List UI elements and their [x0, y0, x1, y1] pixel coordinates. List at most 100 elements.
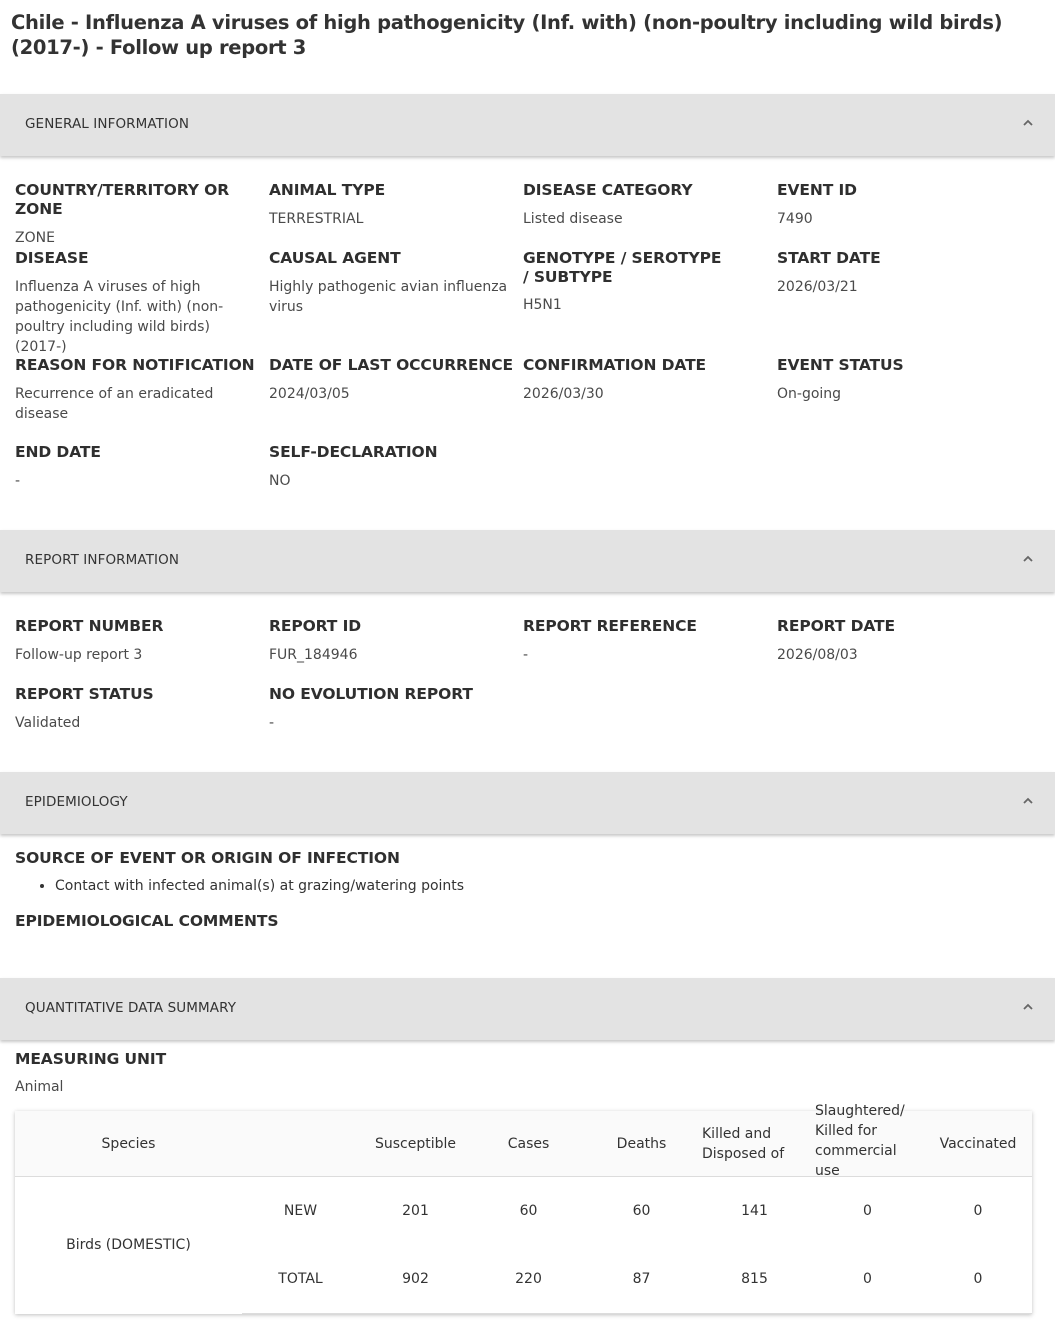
table-header-row: Species Susceptible Cases Deaths Killed … — [15, 1103, 1032, 1177]
field-label: START DATE — [777, 249, 881, 267]
field-start-date: START DATE 2026/03/21 — [777, 249, 1027, 297]
field-label: EPIDEMIOLOGICAL COMMENTS — [15, 912, 279, 930]
field-label: DATE OF LAST OCCURRENCE — [269, 356, 513, 374]
field-value: Recurrence of an eradicated disease — [15, 386, 214, 422]
field-label: MEASURING UNIT — [15, 1050, 167, 1068]
field-label: SELF-DECLARATION — [269, 443, 438, 461]
field-disease-category: DISEASE CATEGORY Listed disease — [523, 181, 773, 229]
field-label: DISEASE — [15, 249, 89, 267]
cell-deaths: 87 — [585, 1245, 698, 1314]
col-header-slaughtered-text: Slaughtered/ Killed for commercial use — [815, 1102, 905, 1175]
field-label: REPORT DATE — [777, 617, 895, 635]
field-value: Highly pathogenic avian influenza virus — [269, 279, 508, 315]
page-title: Chile - Influenza A viruses of high path… — [11, 11, 1003, 59]
cell-susceptible: 201 — [402, 1203, 429, 1219]
field-reason-notification: REASON FOR NOTIFICATION Recurrence of an… — [15, 356, 265, 424]
quantitative-data-table: Species Susceptible Cases Deaths Killed … — [15, 1103, 1032, 1314]
field-label: EVENT STATUS — [777, 356, 904, 374]
field-report-number: REPORT NUMBER Follow-up report 3 — [15, 617, 265, 665]
field-value: Animal — [15, 1079, 64, 1095]
field-animal-type: ANIMAL TYPE TERRESTRIAL — [269, 181, 519, 229]
col-header-cases: Cases — [472, 1111, 585, 1177]
field-confirmation-date: CONFIRMATION DATE 2026/03/30 — [523, 356, 773, 404]
field-label: NO EVOLUTION REPORT — [269, 685, 473, 703]
field-event-id: EVENT ID 7490 — [777, 181, 1027, 229]
field-value: - — [15, 473, 21, 489]
col-header-vaccinated: Vaccinated — [924, 1111, 1032, 1177]
field-value: 2026/03/30 — [523, 386, 604, 402]
field-self-declaration: SELF-DECLARATION NO — [269, 443, 519, 491]
field-label: DISEASE CATEGORY — [523, 181, 693, 199]
cell-vaccinated: 0 — [973, 1203, 983, 1219]
field-measuring-unit: MEASURING UNIT Animal — [15, 1050, 265, 1097]
cell-cases: 220 — [472, 1245, 585, 1314]
field-epidemiological-comments: EPIDEMIOLOGICAL COMMENTS — [15, 912, 715, 931]
source-list: Contact with infected animal(s) at grazi… — [15, 876, 715, 896]
col-header-susceptible: Susceptible — [359, 1111, 472, 1177]
field-disease: DISEASE Influenza A viruses of high path… — [15, 249, 265, 357]
cell-susceptible: 902 — [359, 1245, 472, 1314]
field-value: 2024/03/05 — [269, 386, 350, 402]
section-title: QUANTITATIVE DATA SUMMARY — [25, 1000, 237, 1016]
section-header-report-information[interactable]: REPORT INFORMATION — [0, 530, 1055, 592]
section-title: GENERAL INFORMATION — [25, 116, 190, 132]
field-value: Influenza A viruses of high pathogenicit… — [15, 279, 224, 355]
field-label: CAUSAL AGENT — [269, 249, 401, 267]
field-genotype: GENOTYPE / SEROTYPE / SUBTYPE H5N1 — [523, 249, 723, 315]
field-value: 2026/08/03 — [777, 647, 858, 663]
section-header-quantitative-data[interactable]: QUANTITATIVE DATA SUMMARY — [0, 978, 1055, 1040]
section-header-epidemiology[interactable]: EPIDEMIOLOGY — [0, 772, 1055, 834]
field-label: COUNTRY/TERRITORY OR ZONE — [15, 181, 230, 218]
field-value: TERRESTRIAL — [269, 211, 364, 227]
col-header-slaughtered: Slaughtered/ Killed for commercial use — [811, 1103, 924, 1177]
field-label: ANIMAL TYPE — [269, 181, 386, 199]
cell-slaughtered: 0 — [811, 1245, 924, 1314]
field-event-status: EVENT STATUS On-going — [777, 356, 1027, 404]
cell-killed-disposed: 815 — [698, 1245, 811, 1314]
field-label: END DATE — [15, 443, 101, 461]
field-report-date: REPORT DATE 2026/08/03 — [777, 617, 1027, 665]
field-report-status: REPORT STATUS Validated — [15, 685, 265, 733]
col-header-deaths: Deaths — [585, 1111, 698, 1177]
field-report-id: REPORT ID FUR_184946 — [269, 617, 519, 665]
row-type: NEW — [283, 1203, 318, 1219]
field-label: REPORT NUMBER — [15, 617, 164, 635]
section-header-general-information[interactable]: GENERAL INFORMATION — [0, 94, 1055, 156]
field-label: REASON FOR NOTIFICATION — [15, 356, 255, 374]
field-end-date: END DATE - — [15, 443, 265, 491]
field-value: 7490 — [777, 211, 813, 227]
field-label: REPORT STATUS — [15, 685, 154, 703]
col-header-type — [242, 1111, 359, 1177]
field-value: H5N1 — [523, 297, 562, 313]
field-country-zone: COUNTRY/TERRITORY OR ZONE ZONE — [15, 181, 265, 248]
field-label: REPORT ID — [269, 617, 362, 635]
cell-vaccinated: 0 — [924, 1245, 1032, 1314]
field-label: GENOTYPE / SEROTYPE / SUBTYPE — [523, 249, 722, 286]
chevron-up-icon[interactable] — [1021, 116, 1035, 130]
chevron-up-icon[interactable] — [1021, 794, 1035, 808]
field-value: NO — [269, 473, 291, 489]
field-source-of-event: SOURCE OF EVENT OR ORIGIN OF INFECTION C… — [15, 849, 715, 896]
cell-killed-disposed: 141 — [741, 1203, 768, 1219]
field-value: ZONE — [15, 230, 55, 246]
table-row: Birds (DOMESTIC) NEW 201 60 60 141 0 0 — [15, 1177, 1032, 1253]
field-value: - — [523, 647, 529, 663]
field-value: - — [269, 715, 275, 731]
section-title: REPORT INFORMATION — [25, 552, 180, 568]
field-causal-agent: CAUSAL AGENT Highly pathogenic avian inf… — [269, 249, 519, 317]
chevron-up-icon[interactable] — [1021, 552, 1035, 566]
field-value: Listed disease — [523, 211, 623, 227]
field-label: REPORT REFERENCE — [523, 617, 697, 635]
col-header-killed-disposed: Killed and Disposed of — [698, 1111, 811, 1177]
cell-slaughtered: 0 — [863, 1203, 872, 1219]
field-report-reference: REPORT REFERENCE - — [523, 617, 773, 665]
field-label: CONFIRMATION DATE — [523, 356, 707, 374]
list-item: Contact with infected animal(s) at grazi… — [55, 876, 715, 896]
field-value: 2026/03/21 — [777, 279, 858, 295]
cell-cases: 60 — [519, 1203, 538, 1219]
chevron-up-icon[interactable] — [1021, 1000, 1035, 1014]
field-date-last-occurrence: DATE OF LAST OCCURRENCE 2024/03/05 — [269, 356, 519, 404]
field-label: SOURCE OF EVENT OR ORIGIN OF INFECTION — [15, 849, 400, 867]
col-header-species: Species — [15, 1111, 242, 1177]
field-value: On-going — [777, 386, 842, 402]
